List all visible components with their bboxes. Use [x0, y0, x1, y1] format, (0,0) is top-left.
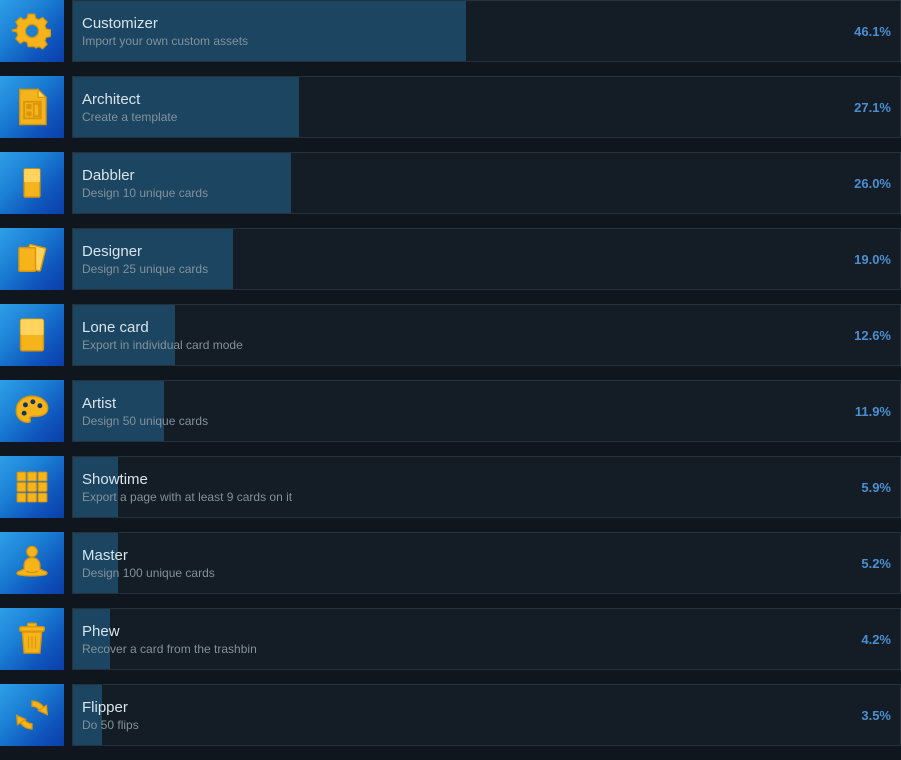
achievement-icon-tile[interactable]	[0, 304, 64, 366]
achievement-progress-fill	[73, 153, 291, 213]
achievement-row[interactable]: Master Design 100 unique cards 5.2%	[0, 532, 901, 594]
achievement-row[interactable]: Designer Design 25 unique cards 19.0%	[0, 228, 901, 290]
achievement-progress-track	[72, 380, 901, 442]
achievement-row[interactable]: Flipper Do 50 flips 3.5%	[0, 684, 901, 746]
achievement-progress: Designer Design 25 unique cards 19.0%	[72, 228, 901, 290]
achievement-row[interactable]: Showtime Export a page with at least 9 ca…	[0, 456, 901, 518]
achievement-global-percent: 26.0%	[854, 175, 891, 191]
achievement-progress-track	[72, 684, 901, 746]
achievement-progress: Customizer Import your own custom assets 4…	[72, 0, 901, 62]
achievement-icon-tile[interactable]	[0, 76, 64, 138]
achievement-progress: Phew Recover a card from the trashbin 4.2%	[72, 608, 901, 670]
achievement-global-percent: 12.6%	[854, 327, 891, 343]
achievement-icon-tile[interactable]	[0, 684, 64, 746]
achievement-row[interactable]: Artist Design 50 unique cards 11.9%	[0, 380, 901, 442]
achievement-row[interactable]: Customizer Import your own custom assets 4…	[0, 0, 901, 62]
achievement-progress-fill	[73, 609, 110, 669]
achievement-icon-tile[interactable]	[0, 0, 64, 62]
achievement-progress-fill	[73, 381, 164, 441]
achievement-progress-fill	[73, 685, 102, 745]
achievement-progress: Dabbler Design 10 unique cards 26.0%	[72, 152, 901, 214]
achievement-icon-tile[interactable]	[0, 532, 64, 594]
achievement-progress-fill	[73, 77, 299, 137]
achievement-icon-tile[interactable]	[0, 152, 64, 214]
achievement-global-percent: 3.5%	[861, 707, 891, 723]
achievement-progress: Lone card Export in individual card mode 1…	[72, 304, 901, 366]
achievement-progress-track	[72, 532, 901, 594]
achievement-row[interactable]: Phew Recover a card from the trashbin 4.2%	[0, 608, 901, 670]
achievement-icon-tile[interactable]	[0, 456, 64, 518]
achievement-global-percent: 27.1%	[854, 99, 891, 115]
achievement-progress: Master Design 100 unique cards 5.2%	[72, 532, 901, 594]
achievement-row[interactable]: Architect Create a template 27.1%	[0, 76, 901, 138]
achievement-global-percent: 5.9%	[861, 479, 891, 495]
achievement-progress-fill	[73, 533, 118, 593]
achievement-icon-tile[interactable]	[0, 228, 64, 290]
achievement-row[interactable]: Dabbler Design 10 unique cards 26.0%	[0, 152, 901, 214]
achievement-progress-fill	[73, 457, 118, 517]
achievement-progress-track	[72, 304, 901, 366]
achievement-progress-track	[72, 608, 901, 670]
achievement-icon-tile[interactable]	[0, 608, 64, 670]
achievement-progress: Artist Design 50 unique cards 11.9%	[72, 380, 901, 442]
achievement-progress: Flipper Do 50 flips 3.5%	[72, 684, 901, 746]
achievement-row[interactable]: Lone card Export in individual card mode 1…	[0, 304, 901, 366]
achievement-progress: Architect Create a template 27.1%	[72, 76, 901, 138]
achievement-progress-fill	[73, 229, 233, 289]
achievement-progress-fill	[73, 305, 175, 365]
achievement-progress: Showtime Export a page with at least 9 ca…	[72, 456, 901, 518]
achievement-global-percent: 11.9%	[854, 403, 891, 419]
achievement-global-percent: 19.0%	[854, 251, 891, 267]
achievement-global-percent: 4.2%	[861, 631, 891, 647]
achievement-global-percent: 5.2%	[861, 555, 891, 571]
achievement-progress-fill	[73, 1, 466, 61]
achievement-icon-tile[interactable]	[0, 380, 64, 442]
achievement-global-percent: 46.1%	[854, 23, 891, 39]
achievement-list: Customizer Import your own custom assets 4…	[0, 0, 901, 760]
achievement-progress-track	[72, 456, 901, 518]
